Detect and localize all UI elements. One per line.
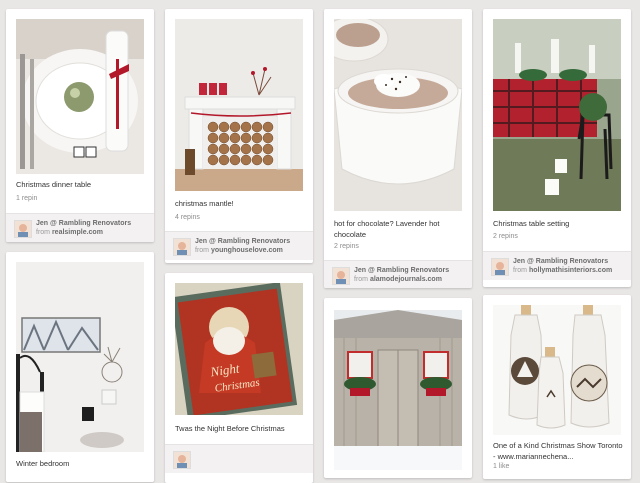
pin-image[interactable]: [493, 19, 621, 211]
pin-source[interactable]: from alamodejournals.com: [354, 276, 442, 283]
pin-description: christmas mantle!: [175, 199, 234, 208]
pin-card[interactable]: hot for chocolate? Lavender hot chocolat…: [324, 9, 472, 288]
pin-image[interactable]: Night Christmas: [175, 283, 303, 415]
from-label: from: [195, 247, 209, 254]
source-domain[interactable]: hollymathisinteriors.com: [529, 267, 612, 274]
repin-count: 1 repin: [16, 195, 38, 202]
pin-description: Christmas dinner table: [16, 180, 92, 189]
pin-image[interactable]: [334, 310, 462, 470]
pin-description: Twas the Night Before Christmas: [175, 424, 285, 433]
avatar[interactable]: [173, 238, 191, 256]
pin-source[interactable]: from younghouselove.com: [195, 247, 283, 254]
pin-image[interactable]: [334, 19, 462, 211]
pin-attribution[interactable]: Jen @ Rambling Renovators from hollymath…: [483, 251, 631, 280]
from-label: from: [513, 267, 527, 274]
pinner-name[interactable]: Jen @ Rambling Renovators: [354, 267, 449, 274]
source-domain[interactable]: alamodejournals.com: [370, 276, 442, 283]
pin-card[interactable]: Christmas table setting 2 repins Jen @ R…: [483, 9, 631, 287]
from-label: from: [36, 229, 50, 236]
pin-source[interactable]: from hollymathisinteriors.com: [513, 267, 612, 274]
avatar[interactable]: [491, 258, 509, 276]
pin-image[interactable]: [175, 19, 303, 191]
avatar[interactable]: [173, 451, 191, 469]
pin-card[interactable]: christmas mantle! 4 repins Jen @ Ramblin…: [165, 9, 313, 263]
pin-card[interactable]: [324, 298, 472, 478]
pin-image[interactable]: [493, 305, 621, 435]
pin-card[interactable]: Christmas dinner table 1 repin Jen @ Ram…: [6, 9, 154, 242]
source-domain[interactable]: younghouselove.com: [211, 247, 283, 254]
pin-card[interactable]: Winter bedroom: [6, 252, 154, 482]
pin-card[interactable]: One of a Kind Christmas Show Toronto - w…: [483, 295, 631, 479]
pin-description: One of a Kind Christmas Show Toronto - w…: [493, 441, 623, 461]
pin-description: Christmas table setting: [493, 219, 570, 228]
avatar[interactable]: [332, 267, 350, 285]
pinner-name[interactable]: Jen @ Rambling Renovators: [195, 238, 290, 245]
pin-image[interactable]: [16, 262, 144, 452]
source-domain[interactable]: realsimple.com: [52, 229, 103, 236]
from-label: from: [354, 276, 368, 283]
pinner-name[interactable]: Jen @ Rambling Renovators: [513, 258, 608, 265]
pin-attribution[interactable]: Jen @ Rambling Renovators from realsimpl…: [6, 213, 154, 242]
pin-card[interactable]: Night Christmas Twas the Night Before Ch…: [165, 273, 313, 483]
repin-count: 2 repins: [334, 243, 359, 250]
pin-description: hot for chocolate? Lavender hot chocolat…: [334, 219, 440, 239]
avatar[interactable]: [14, 220, 32, 238]
pin-image[interactable]: [16, 19, 144, 174]
pin-source[interactable]: from realsimple.com: [36, 229, 103, 236]
pin-description: Winter bedroom: [16, 459, 70, 468]
pin-attribution[interactable]: Jen @ Rambling Renovators from younghous…: [165, 231, 313, 260]
repin-count: 4 repins: [175, 214, 200, 221]
pin-attribution[interactable]: Jen @ Rambling Renovators from alamodejo…: [324, 260, 472, 288]
pinner-name[interactable]: Jen @ Rambling Renovators: [36, 220, 131, 227]
repin-count: 2 repins: [493, 233, 518, 240]
